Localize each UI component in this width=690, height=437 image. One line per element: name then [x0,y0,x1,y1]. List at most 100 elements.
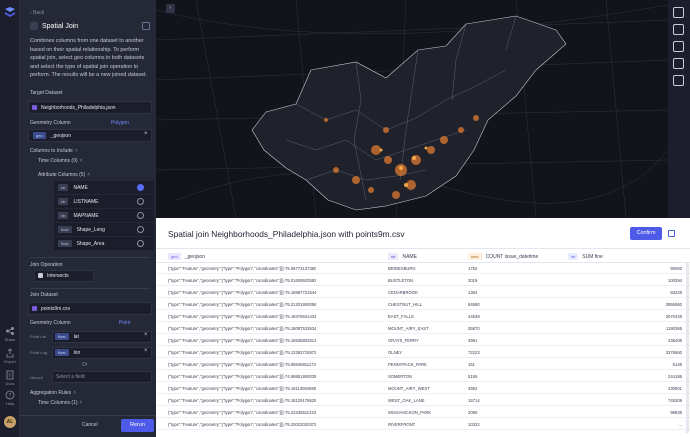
attr-type-chip: str [58,198,69,205]
point-lat-value: float lat [55,331,79,342]
table-cell: 98835 [670,410,682,415]
section-divider [30,257,150,258]
table-cell: 83229 [670,290,682,295]
col-type-chip: int [568,253,579,260]
attribute-check-shape-area[interactable] [137,240,144,247]
table-row[interactable]: {"type":"Feature","geometry":{"type":"Po… [156,323,690,334]
col-header-count[interactable]: time COUNT issue_datetime [468,253,538,260]
table-cell: {"type":"Feature","geometry":{"type":"Po… [168,386,316,391]
keyboard-tool-icon[interactable] [673,75,684,86]
table-row[interactable]: {"type":"Feature","geometry":{"type":"Po… [156,311,690,322]
chevron-up-icon: ˄ [73,390,77,396]
time-columns-toggle[interactable]: Time Columns (0) ˅ [38,158,82,164]
3d-cube-tool-icon[interactable] [673,41,684,52]
rail-share-label: Share [4,337,16,342]
panel-description: Combines columns from one dataset to ano… [30,38,148,79]
join-geometry-label: Geometry Column [30,320,71,326]
table-row[interactable]: {"type":"Feature","geometry":{"type":"Po… [156,275,690,286]
point-lat-text: lat [73,333,79,340]
chevron-up-icon: ˄ [87,172,91,178]
split-view-tool-icon[interactable] [673,58,684,69]
minimize-results-icon[interactable] [668,230,675,237]
table-cell: 1364 [468,290,478,295]
table-row[interactable]: {"type":"Feature","geometry":{"type":"Po… [156,407,690,418]
back-link[interactable]: ‹ Back [30,10,44,16]
intersects-icon [38,273,43,278]
attribute-columns-toggle[interactable]: Attribute Columns (5) ˄ [38,172,90,178]
clear-geometry-icon[interactable]: × [144,131,148,137]
rail-docs-label: Docs [5,381,15,386]
target-dataset-name: Neighborhoods_Philadelphia.json [41,104,116,111]
attr-name: Shape_Area [76,240,105,247]
table-cell: 244186 [668,374,682,379]
aggregation-rules-text: Aggregation Rules [30,390,72,396]
panel-footer: Cancel Rerun [20,415,156,437]
cancel-button[interactable]: Cancel [82,422,98,428]
table-cell: 35870 [468,326,480,331]
table-row[interactable]: {"type":"Feature","geometry":{"type":"Po… [156,299,690,310]
dataset-icon [32,306,37,311]
map-canvas[interactable] [156,0,668,218]
table-cell: 2070449 [665,314,682,319]
table-cell: 72223 [468,350,480,355]
geocol-label: Geocol [30,375,43,380]
table-cell: {"type":"Feature","geometry":{"type":"Po… [168,290,316,295]
col-header-name[interactable]: str NAME [388,253,417,260]
aggregation-rules-toggle[interactable]: Aggregation Rules ˄ [30,390,76,396]
or-separator: Or [82,362,88,368]
map-collapse-icon[interactable]: ‹ [166,4,175,13]
col-type-chip: str [388,253,399,260]
attribute-check-shape-leng[interactable] [137,226,144,233]
panel-collapse-icon[interactable] [142,22,150,30]
geometry-column-label: Geometry Column [30,120,71,126]
attribute-check-listname[interactable] [137,198,144,205]
table-row[interactable]: {"type":"Feature","geometry":{"type":"Po… [156,383,690,394]
results-panel: Spatial join Neighborhoods_Philadelphia.… [156,218,690,437]
app-logo-icon[interactable] [3,6,17,20]
table-cell: {"type":"Feature","geometry":{"type":"Po… [168,362,316,367]
clear-lng-icon[interactable]: × [144,348,148,354]
rail-share[interactable]: Share [0,326,20,342]
float-type-chip: float [55,333,69,340]
table-row[interactable]: {"type":"Feature","geometry":{"type":"Po… [156,287,690,298]
chevron-down-icon: ˅ [79,400,83,406]
table-row[interactable]: {"type":"Feature","geometry":{"type":"Po… [156,395,690,406]
attribute-check-mapname[interactable] [137,212,144,219]
agg-time-columns-toggle[interactable]: Time Columns (1) ˅ [38,400,82,406]
attr-name: LISTNAME [73,198,99,205]
col-header-geojson[interactable]: geo _geojson [168,253,205,260]
rail-docs[interactable]: Docs [0,370,20,386]
results-scrollbar[interactable] [686,263,689,433]
map-view[interactable] [156,0,668,218]
rail-export[interactable]: Export [0,348,20,364]
table-cell: 4961 [468,338,478,343]
rerun-button[interactable]: Rerun [121,419,154,432]
table-row[interactable]: {"type":"Feature","geometry":{"type":"Po… [156,335,690,346]
app-root: Share Export Docs ? Help AL ‹ Back Spati… [0,0,690,437]
spatial-join-icon [30,22,38,30]
join-operation-label: Join Operation [30,262,63,268]
join-operation-text: Intersects [47,272,69,279]
attribute-check-name[interactable] [137,184,144,191]
clear-lat-icon[interactable]: × [144,332,148,338]
section-divider [30,288,150,289]
col-header-sum[interactable]: int SUM fine [568,253,603,260]
table-row[interactable]: {"type":"Feature","geometry":{"type":"Po… [156,347,690,358]
table-row[interactable]: {"type":"Feature","geometry":{"type":"Po… [156,371,690,382]
attr-name: NAME [73,184,88,191]
svg-text:?: ? [9,393,12,399]
table-row[interactable]: {"type":"Feature","geometry":{"type":"Po… [156,359,690,370]
table-row[interactable]: {"type":"Feature","geometry":{"type":"Po… [156,263,690,274]
table-row[interactable]: {"type":"Feature","geometry":{"type":"Po… [156,419,690,430]
rail-help[interactable]: ? Help [0,390,20,406]
table-cell: ... [678,422,683,427]
point-lng-value: float lon [55,347,80,358]
table-cell: 44539 [468,314,480,319]
table-cell: 90082 [670,266,682,271]
confirm-button[interactable]: Confirm [630,227,662,240]
attr-name: MAPNAME [73,212,99,219]
layers-tool-icon[interactable] [673,7,684,18]
legend-tool-icon[interactable] [673,24,684,35]
avatar[interactable]: AL [4,416,16,428]
table-cell: 230901 [668,386,682,391]
